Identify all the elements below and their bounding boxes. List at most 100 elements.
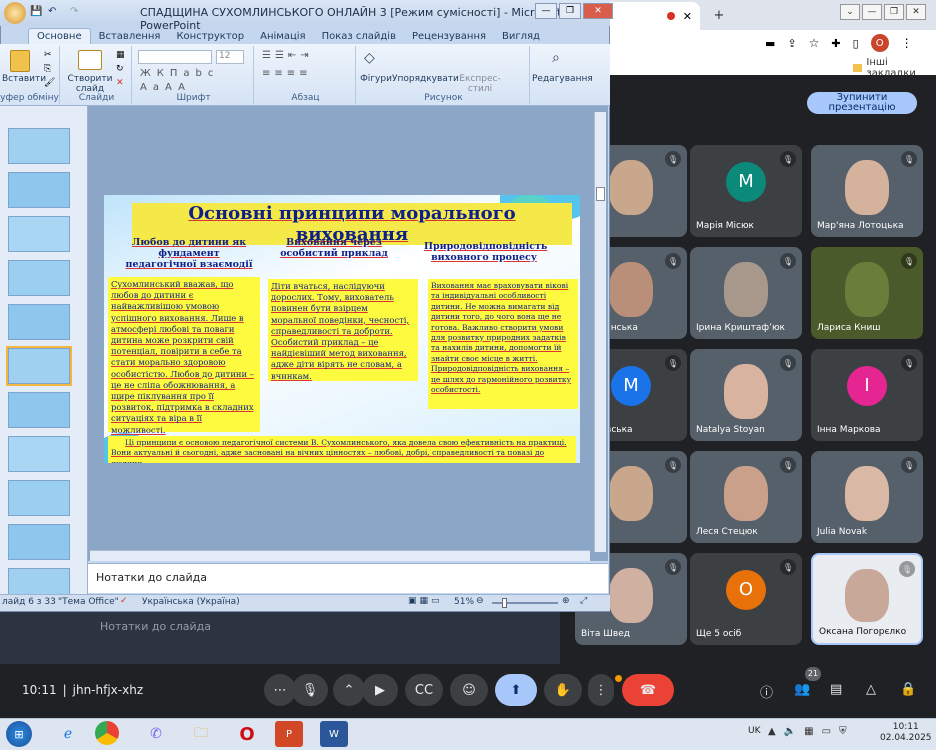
list-buttons[interactable]: ☰☰⇤⇥ (262, 50, 313, 61)
slide-thumbnail[interactable] (8, 172, 70, 208)
redo-icon[interactable]: ↷ (70, 6, 78, 17)
slide-thumbnail[interactable] (8, 128, 70, 164)
word-icon[interactable]: W (320, 721, 348, 747)
opera-icon[interactable]: O (233, 721, 261, 747)
arrange-button[interactable]: Упорядкувати (392, 74, 459, 84)
ribbon-tab[interactable]: Вигляд (494, 29, 548, 44)
undo-icon[interactable]: ↶ (48, 6, 56, 17)
participant-tile[interactable]: 🎙 Ірина Криштафʼюк (690, 247, 802, 339)
zoom-in-icon[interactable]: ⊕ (562, 596, 570, 606)
participant-tile[interactable]: O 🎙 Ще 5 осіб (690, 553, 802, 645)
slide-thumbnail[interactable] (8, 568, 70, 594)
stop-presenting-button[interactable]: Зупинити презентацію (807, 92, 917, 114)
participant-tile[interactable]: 🎙 Julia Novak (811, 451, 923, 543)
minimize-button[interactable]: — (862, 4, 882, 20)
ppt-restore-button[interactable]: ❐ (559, 3, 581, 19)
slide-thumbnail[interactable] (8, 216, 70, 252)
slide-thumbnail[interactable] (8, 436, 70, 472)
tray-arrow-icon[interactable]: ▲ (768, 726, 776, 737)
viber-icon[interactable]: ✆ (142, 721, 170, 747)
layout-icon[interactable]: ▦ (116, 50, 125, 60)
editing-button[interactable]: Редагування (532, 74, 593, 84)
ie-icon[interactable]: ℯ (54, 721, 82, 747)
ribbon-tab[interactable]: Рецензування (404, 29, 494, 44)
profile-avatar[interactable]: O (870, 34, 889, 52)
emoji-button[interactable]: ☺ (450, 674, 488, 706)
new-tab-button[interactable]: + (708, 4, 730, 26)
align-buttons[interactable]: ≡≡≡≡ (262, 68, 312, 79)
slide-thumbnail[interactable] (8, 260, 70, 296)
zoom-level[interactable]: 51% (454, 597, 474, 607)
participant-tile[interactable]: M 🎙 Марія Місюк (690, 145, 802, 237)
participant-tile[interactable]: 🎙 Оксана Погорєлко (811, 553, 923, 645)
font-size-field[interactable]: 12 (216, 50, 244, 64)
cast-icon[interactable]: ▬ (765, 37, 775, 50)
participant-tile[interactable]: I 🎙 Інна Маркова (811, 349, 923, 441)
participant-tile[interactable]: 🎙 Natalya Stoyan (690, 349, 802, 441)
quick-styles-button[interactable]: Експрес-стилі (452, 74, 508, 94)
save-icon[interactable]: 💾 (30, 6, 42, 17)
info-icon[interactable]: ⓘ (760, 682, 773, 701)
paste-button[interactable]: Вставити (2, 74, 46, 84)
explorer-icon[interactable]: 🗀 (187, 721, 215, 747)
view-buttons[interactable]: ▣▦▭ (408, 596, 443, 606)
format-painter-icon[interactable]: 🖌 (44, 78, 55, 88)
participant-tile[interactable]: 🎙 Леся Стецюк (690, 451, 802, 543)
zoom-slider-thumb[interactable] (502, 598, 507, 608)
new-slide-button[interactable]: Створити слайд (66, 74, 114, 94)
menu-icon[interactable]: ⋮ (901, 36, 913, 50)
close-button[interactable]: ✕ (906, 4, 926, 20)
start-button[interactable]: ⊞ (6, 721, 32, 747)
people-icon[interactable]: 👥 (794, 682, 810, 697)
leave-call-button[interactable]: ☎ (622, 674, 674, 706)
network-icon[interactable]: ▦ (804, 726, 813, 737)
slide-thumbnail[interactable] (8, 392, 70, 428)
camera-button[interactable]: ▶ (362, 674, 398, 706)
video-options-button[interactable]: ⌃ (333, 674, 365, 706)
cut-icon[interactable]: ✂ (44, 50, 52, 60)
host-controls-icon[interactable]: 🔒 (900, 682, 916, 697)
ppt-minimize-button[interactable]: — (535, 3, 557, 19)
slide-thumbnail[interactable] (8, 480, 70, 516)
powerpoint-icon[interactable]: P (275, 721, 303, 747)
shapes-button[interactable]: Фігури (358, 74, 394, 84)
raise-hand-button[interactable]: ✋ (544, 674, 582, 706)
reset-icon[interactable]: ↻ (116, 64, 124, 74)
chrome-icon[interactable] (95, 721, 119, 745)
ribbon-tab[interactable]: Анімація (252, 29, 313, 44)
clock[interactable]: 10:11 02.04.2025 (880, 722, 932, 744)
participant-tile[interactable]: 🎙 Лариса Книш (811, 247, 923, 339)
copy-icon[interactable]: ⎘ (44, 64, 51, 74)
slide-thumbnail[interactable] (8, 524, 70, 560)
language-indicator[interactable]: UK (748, 726, 761, 736)
star-icon[interactable]: ☆ (809, 36, 820, 50)
slide-thumbnail[interactable] (8, 304, 70, 340)
notes-pane[interactable]: Нотатки до слайда (88, 563, 608, 593)
more-options-button[interactable]: ⋮ (588, 674, 614, 706)
font-name-field[interactable] (138, 50, 212, 64)
restore-button[interactable]: ❐ (884, 4, 904, 20)
slide-thumbnail[interactable] (6, 346, 72, 386)
share-icon[interactable]: ⇪ (787, 37, 796, 50)
mic-button[interactable]: 🎙 (292, 674, 328, 706)
extensions-icon[interactable]: ✚ (831, 37, 840, 50)
activities-icon[interactable]: △ (866, 682, 876, 697)
chat-icon[interactable]: ▤ (830, 682, 842, 697)
chevron-down-icon[interactable]: ⌄ (840, 4, 860, 20)
captions-button[interactable]: CC (405, 674, 443, 706)
delete-slide-icon[interactable]: ✕ (116, 78, 124, 88)
font-case-buttons[interactable]: AaAA (140, 82, 191, 93)
ribbon-tab[interactable]: Вставлення (91, 29, 169, 44)
tab-close-icon[interactable]: ✕ (683, 10, 692, 23)
battery-icon[interactable]: ▭ (822, 726, 831, 737)
present-button[interactable]: ⬆ (495, 674, 537, 706)
spellcheck-icon[interactable]: ✓ (120, 596, 128, 606)
office-button-icon[interactable] (4, 2, 26, 24)
zoom-out-icon[interactable]: ⊖ (476, 596, 484, 606)
language-status[interactable]: Українська (Україна) (142, 597, 240, 607)
slide-canvas[interactable]: Основні принципи морального виховання Лю… (104, 195, 580, 463)
ribbon-tab[interactable]: Показ слайдів (314, 29, 404, 44)
ppt-close-button[interactable]: ✕ (583, 3, 613, 19)
horizontal-scrollbar[interactable] (90, 550, 590, 561)
font-format-buttons[interactable]: ЖКПabc (140, 68, 219, 79)
